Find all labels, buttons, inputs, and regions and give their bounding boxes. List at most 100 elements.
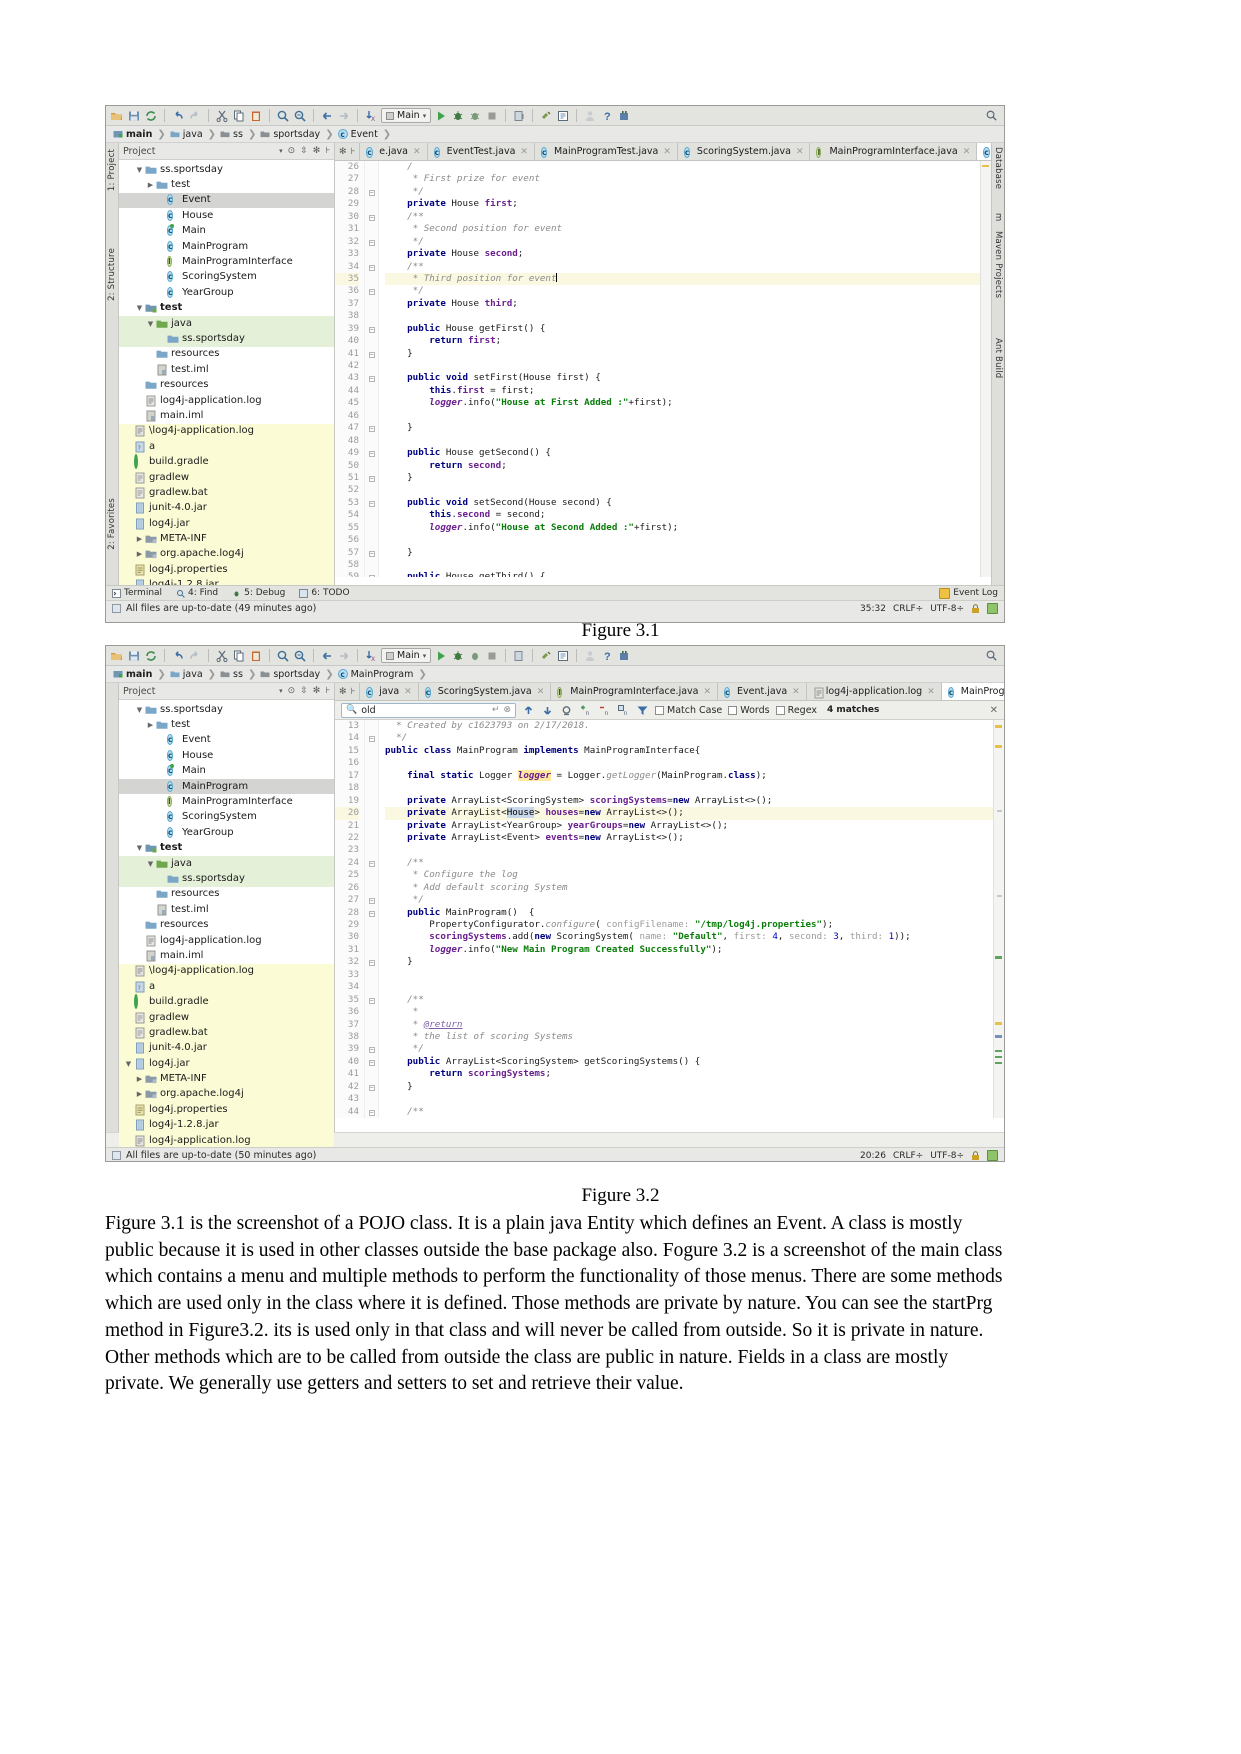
copy-icon[interactable]: [232, 649, 246, 663]
tool-terminal[interactable]: Terminal: [112, 588, 162, 598]
editor-tab[interactable]: c java ✕: [360, 683, 419, 700]
editor-tab[interactable]: c Event.java ✕: [718, 683, 807, 700]
update-app-icon[interactable]: [512, 649, 526, 663]
code-line[interactable]: scoringSystems.add(new ScoringSystem( na…: [385, 931, 993, 943]
fold-marker[interactable]: [365, 944, 378, 956]
fold-marker[interactable]: [365, 882, 378, 894]
code-line[interactable]: * Created by c1623793 on 2/17/2018.: [385, 720, 993, 732]
marker-warning[interactable]: [995, 745, 1002, 748]
rail-item-project[interactable]: 1: Project: [107, 149, 117, 191]
editor-tab-actions[interactable]: ✻ ⊦: [335, 143, 361, 160]
code-line[interactable]: * Add default scoring System: [385, 882, 993, 894]
select-all-occurrences-icon[interactable]: [560, 704, 573, 717]
tree-item[interactable]: c Event: [119, 192, 334, 209]
breadcrumb-item-ss[interactable]: ss: [217, 129, 248, 140]
code-line[interactable]: return first;: [385, 335, 980, 347]
settings-icon[interactable]: [539, 109, 553, 123]
code-line[interactable]: public void setFirst(House first) {: [385, 372, 980, 384]
caret-position[interactable]: 35:32: [860, 604, 886, 614]
collapse-icon[interactable]: −: [368, 575, 375, 577]
fold-marker[interactable]: −: [365, 1043, 378, 1055]
code-line[interactable]: [385, 844, 993, 856]
fold-marker[interactable]: −: [365, 447, 378, 459]
marker-info[interactable]: [995, 1035, 1002, 1038]
compile-icon[interactable]: X: [364, 109, 378, 123]
code-editor[interactable]: 26 27 28 29 30 31 32 33 34 35 36 37 38 39 40 41 42 43 44 45…: [335, 161, 991, 577]
tree-toggle-icon[interactable]: ▼: [145, 320, 156, 328]
collapse-icon[interactable]: −: [368, 500, 375, 507]
tree-item[interactable]: log4j.properties: [119, 562, 334, 578]
code-line[interactable]: [385, 969, 993, 981]
editor-tab-actions[interactable]: ✻ ⊦: [335, 683, 361, 700]
fold-marker[interactable]: [365, 981, 378, 993]
select-all-icon[interactable]: n: [617, 704, 630, 717]
fold-marker[interactable]: [365, 820, 378, 832]
close-tab-icon[interactable]: ✕: [792, 687, 800, 697]
collapse-icon[interactable]: −: [368, 1047, 375, 1054]
fold-marker[interactable]: [365, 397, 378, 409]
fold-marker[interactable]: [365, 198, 378, 210]
tree-item[interactable]: c House: [119, 748, 334, 763]
collapse-icon[interactable]: −: [368, 189, 375, 196]
tree-item[interactable]: ▼ ss.sportsday: [119, 162, 334, 177]
tree-toggle-icon[interactable]: ▶: [134, 550, 145, 558]
collapse-icon[interactable]: −: [368, 1109, 375, 1116]
find-replace-icon[interactable]: [293, 649, 307, 663]
rail-item-database[interactable]: Database: [993, 147, 1003, 189]
fold-marker[interactable]: −: [365, 732, 378, 744]
fold-marker[interactable]: [365, 248, 378, 260]
close-tab-icon[interactable]: ✕: [963, 147, 971, 157]
fold-marker[interactable]: −: [365, 907, 378, 919]
fold-marker[interactable]: −: [365, 1106, 378, 1118]
tree-item[interactable]: resources: [119, 917, 334, 932]
tree-item[interactable]: test.iml: [119, 362, 334, 377]
fold-marker[interactable]: [365, 1006, 378, 1018]
debug-icon[interactable]: [451, 109, 465, 123]
collapse-all-icon[interactable]: ⇳: [300, 146, 308, 156]
fold-marker[interactable]: [365, 931, 378, 943]
hide-icon[interactable]: ⊦: [351, 687, 356, 697]
code-line[interactable]: public class MainProgram implements Main…: [385, 745, 993, 757]
navigate-back-icon[interactable]: [320, 649, 334, 663]
cut-icon[interactable]: [215, 649, 229, 663]
project-tree[interactable]: ▼ ss.sportsday ▶ test c Event c House c Main c Main…: [119, 700, 334, 1149]
event-log-button[interactable]: Event Log: [939, 587, 998, 599]
marker-warning[interactable]: [995, 1022, 1002, 1025]
find-prev-icon[interactable]: [522, 704, 535, 717]
close-tab-icon[interactable]: ✕: [520, 147, 528, 157]
cut-icon[interactable]: [215, 109, 229, 123]
code-line[interactable]: *: [385, 1006, 993, 1018]
code-line[interactable]: [385, 410, 980, 422]
fold-marker[interactable]: −: [365, 547, 378, 559]
tree-toggle-icon[interactable]: ▶: [145, 721, 156, 729]
fold-marker[interactable]: [365, 720, 378, 732]
search-input[interactable]: 🔍 old ↵ ⊗: [341, 702, 516, 718]
code-line[interactable]: this.second = second;: [385, 509, 980, 521]
tree-item[interactable]: junit-4.0.jar: [119, 500, 334, 516]
search-everywhere-icon[interactable]: [985, 649, 998, 662]
tree-item[interactable]: c YearGroup: [119, 285, 334, 300]
editor-tab[interactable]: I MainProgramInterface.java ✕: [810, 143, 978, 160]
update-app-icon[interactable]: [512, 109, 526, 123]
settings-icon[interactable]: ✻: [339, 687, 347, 697]
collapse-icon[interactable]: −: [368, 1059, 375, 1066]
tree-toggle-icon[interactable]: ▼: [134, 844, 145, 852]
code-line[interactable]: private ArrayList<House> houses=new Arra…: [385, 807, 993, 820]
tree-item[interactable]: ▼ test: [119, 301, 334, 316]
tree-item[interactable]: c YearGroup: [119, 825, 334, 840]
close-tab-icon[interactable]: ✕: [927, 687, 935, 697]
editor-tab[interactable]: c MainProgramTest.java ✕: [534, 143, 678, 160]
line-separator[interactable]: CRLF÷: [893, 604, 923, 614]
breadcrumb-item-sportsday[interactable]: sportsday: [257, 669, 325, 680]
code-line[interactable]: /**: [385, 261, 980, 273]
locate-icon[interactable]: ⊙: [288, 146, 296, 156]
run-configuration-selector[interactable]: Main ▾: [381, 108, 432, 123]
fold-marker[interactable]: [365, 460, 378, 472]
add-selection-icon[interactable]: n: [579, 704, 592, 717]
save-icon[interactable]: [127, 649, 141, 663]
code-line[interactable]: */: [385, 894, 993, 906]
close-tab-icon[interactable]: ✕: [413, 147, 421, 157]
collapse-icon[interactable]: −: [368, 351, 375, 358]
rail-item-m[interactable]: m: [993, 213, 1003, 221]
code-line[interactable]: * the list of scoring Systems: [385, 1031, 993, 1043]
